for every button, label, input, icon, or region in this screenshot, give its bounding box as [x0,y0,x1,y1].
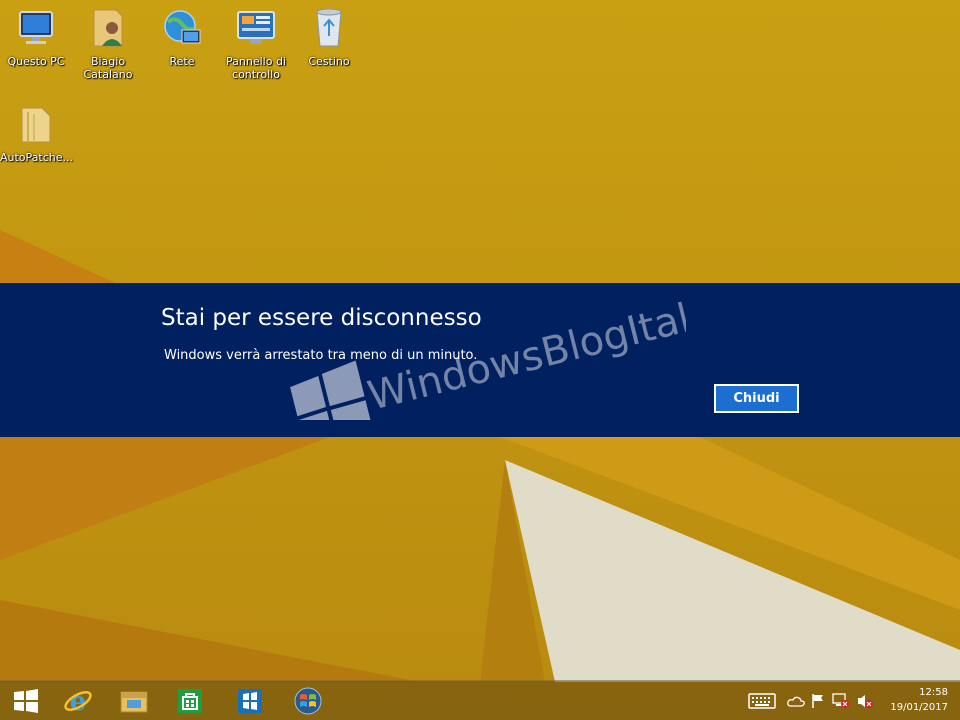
tray-network[interactable] [830,681,852,720]
network-icon [164,10,201,44]
desktop-icon-control-panel[interactable]: Pannello di controllo [220,6,292,81]
keyboard-icon [748,692,776,709]
recycle-bin-icon [316,8,342,47]
tray-onedrive[interactable] [786,681,806,720]
desktop-icon-this-pc[interactable]: Questo PC [0,6,72,68]
windows-start-icon [14,688,38,713]
desktop-icon-user-folder[interactable]: Biagio Catalano [72,6,144,81]
tray-volume[interactable] [854,681,876,720]
clock[interactable]: 12:58 19/01/2017 [890,685,948,715]
internet-explorer-icon: e [64,687,92,716]
close-button[interactable]: Chiudi [714,384,799,413]
computer-icon [19,11,53,44]
desktop-icon-label: AutoPatche... [0,151,74,164]
desktop-icon-recycle-bin[interactable]: Cestino [293,6,365,68]
network-error-icon [832,692,849,708]
file-explorer-icon [120,691,148,712]
desktop-icon-network[interactable]: Rete [146,6,218,68]
onedrive-icon [787,696,805,707]
desktop-icon-label: Biagio Catalano [83,55,133,81]
windows-store-icon [178,688,202,713]
touch-keyboard-button[interactable] [746,681,778,720]
desktop-icon-label: Cestino [308,55,350,68]
start-button[interactable] [0,681,52,720]
control-panel-icon [237,11,275,44]
taskbar-windows7-program[interactable] [282,681,334,720]
notification-title: Stai per essere disconnesso [161,305,482,331]
remote-app-icon [238,688,262,713]
desktop-icon-label: Rete [169,55,195,68]
taskbar-remote-app[interactable] [224,681,276,720]
desktop-icon-label: Questo PC [7,55,65,68]
folder-icon [21,107,51,143]
taskbar-windows-store[interactable] [164,681,216,720]
clock-time: 12:58 [919,687,948,698]
windows7-logo-icon [294,687,322,714]
notification-message: Windows verrà arrestato tra meno di un m… [164,348,478,363]
desktop-icon-autopatcher[interactable]: AutoPatche... [0,102,74,164]
user-folder-icon [93,9,123,47]
taskbar-internet-explorer[interactable]: e [52,681,104,720]
taskbar-file-explorer[interactable] [108,681,160,720]
taskbar: e 12:58 19/01/2017 [0,680,960,720]
desktop-icon-label: Pannello di controllo [226,55,286,81]
tray-action-center[interactable] [808,681,828,720]
clock-date: 19/01/2017 [890,702,948,713]
volume-muted-icon [858,694,873,708]
action-center-flag-icon [812,693,823,708]
